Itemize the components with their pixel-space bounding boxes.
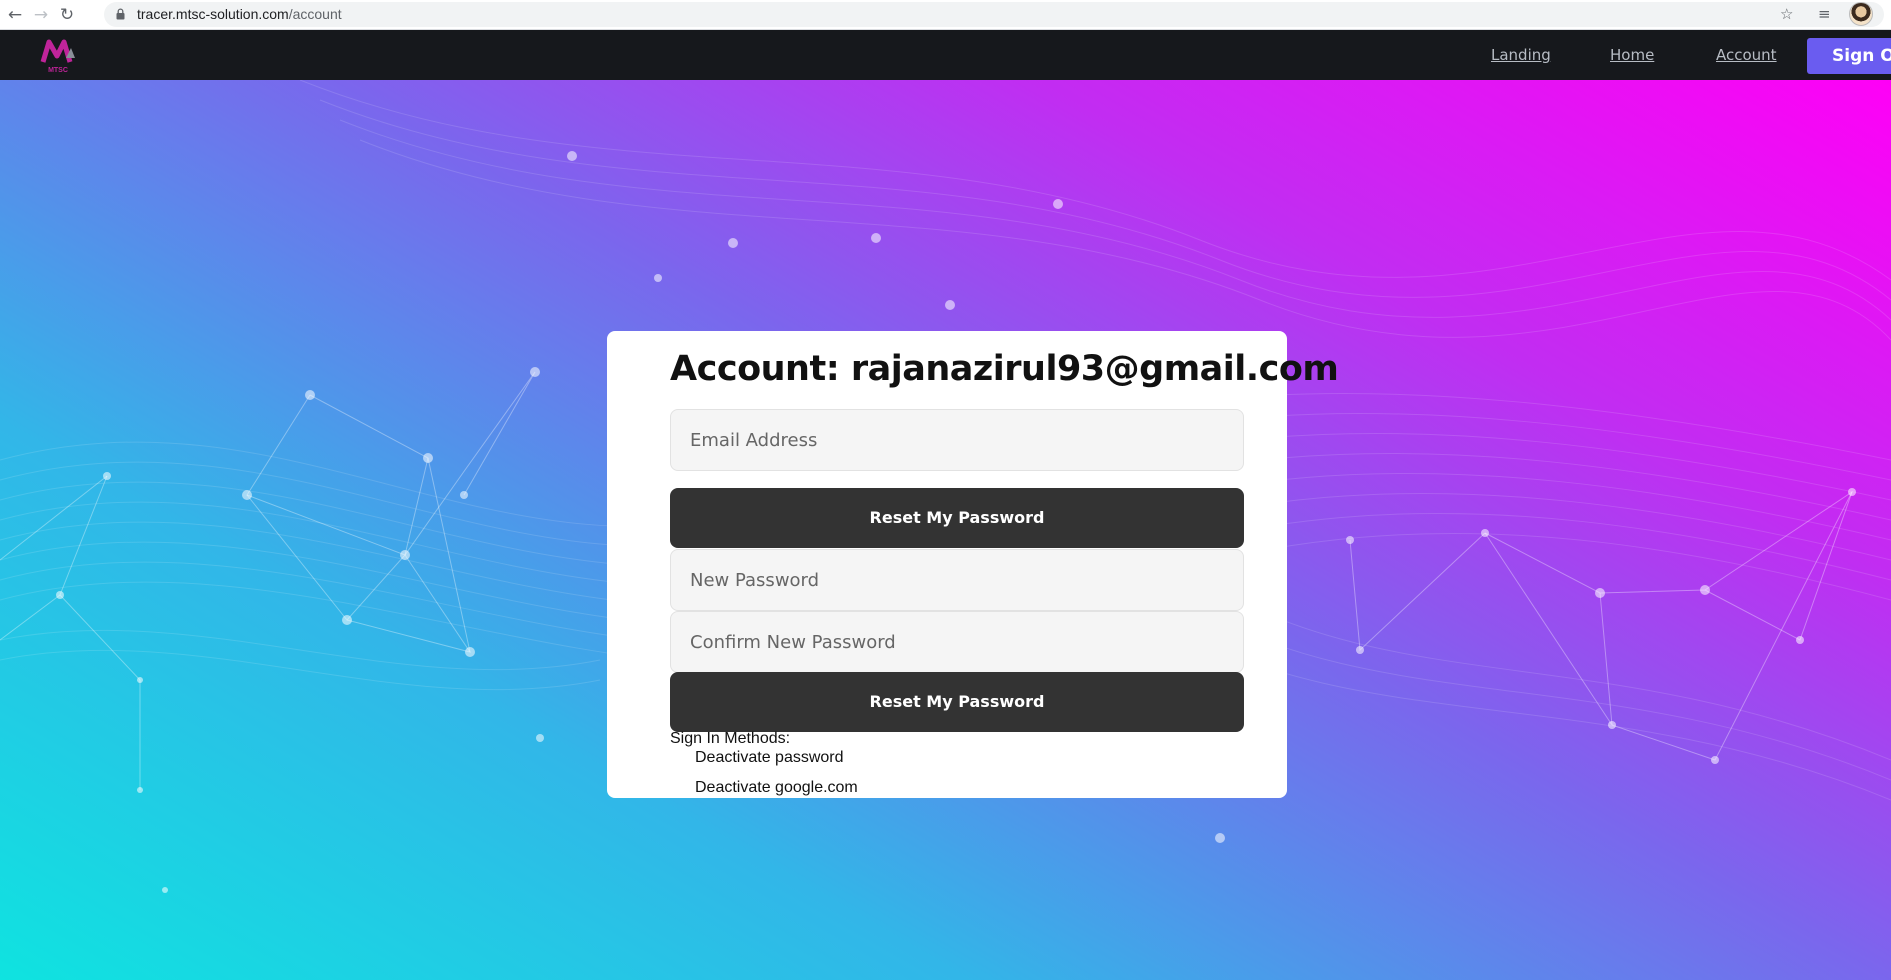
browser-toolbar: ← → ↻ tracer.mtsc-solution.com/account ☆… bbox=[0, 0, 1891, 30]
lock-icon bbox=[116, 8, 125, 20]
profile-avatar[interactable] bbox=[1849, 2, 1873, 26]
nav-link-account[interactable]: Account bbox=[1716, 46, 1777, 64]
site-navbar: MTSC Landing Home Account Sign Ou bbox=[0, 30, 1891, 80]
nav-link-landing[interactable]: Landing bbox=[1491, 46, 1551, 64]
url-path: /account bbox=[288, 6, 342, 22]
confirm-password-field[interactable] bbox=[670, 611, 1244, 673]
new-password-field[interactable] bbox=[670, 549, 1244, 611]
media-control-icon[interactable]: ≡ bbox=[1818, 3, 1831, 25]
hero-background: Account: rajanazirul93@gmail.com Reset M… bbox=[0, 80, 1891, 980]
logo-text: MTSC bbox=[48, 67, 68, 74]
sign-out-button[interactable]: Sign Ou bbox=[1807, 38, 1891, 74]
page-title: Account: rajanazirul93@gmail.com bbox=[670, 349, 1339, 389]
reset-password-button[interactable]: Reset My Password bbox=[670, 488, 1244, 548]
back-icon[interactable]: ← bbox=[4, 4, 26, 26]
address-bar[interactable]: tracer.mtsc-solution.com/account bbox=[104, 2, 1884, 27]
account-card: Account: rajanazirul93@gmail.com Reset M… bbox=[607, 331, 1339, 798]
deactivate-google-button[interactable]: Deactivate google.com bbox=[695, 779, 858, 797]
deactivate-password-button[interactable]: Deactivate password bbox=[695, 749, 844, 767]
mtsc-logo[interactable]: MTSC bbox=[40, 36, 76, 74]
url-host: tracer.mtsc-solution.com bbox=[137, 6, 289, 22]
reset-password-confirm-button[interactable]: Reset My Password bbox=[670, 672, 1244, 732]
sign-in-methods-label: Sign In Methods: bbox=[670, 730, 791, 747]
bookmark-star-icon[interactable]: ☆ bbox=[1780, 3, 1793, 25]
nav-link-home[interactable]: Home bbox=[1610, 46, 1654, 64]
url-text[interactable]: tracer.mtsc-solution.com/account bbox=[137, 6, 342, 22]
email-field[interactable] bbox=[670, 409, 1244, 471]
reload-icon[interactable]: ↻ bbox=[56, 4, 78, 26]
forward-icon[interactable]: → bbox=[30, 4, 52, 26]
